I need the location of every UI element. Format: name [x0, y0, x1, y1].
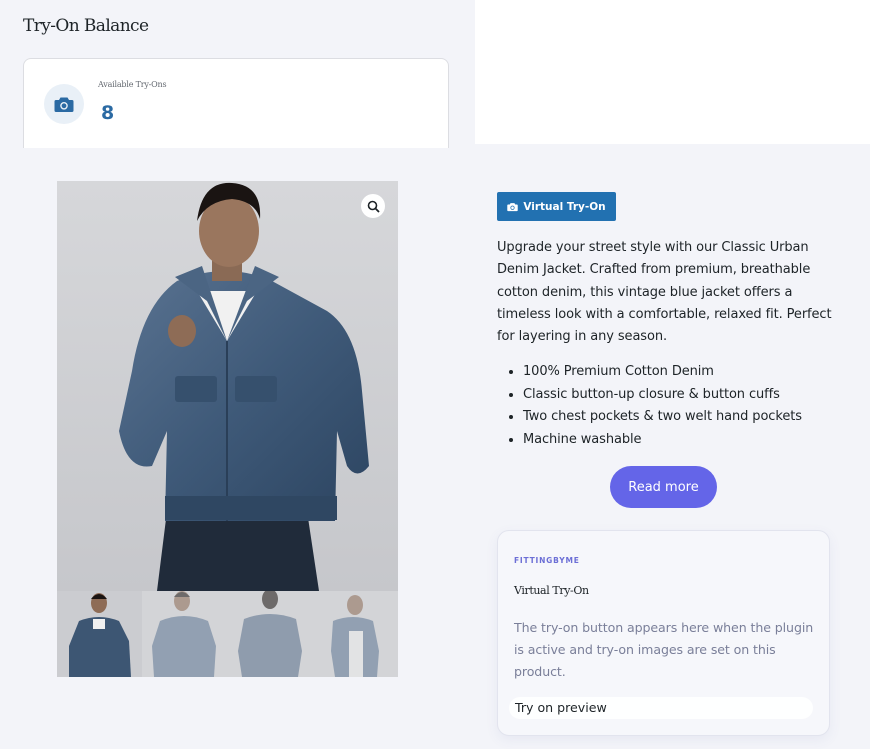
tryon-preview-card: FITTINGBYME Virtual Try-On The try-on bu… [497, 530, 830, 736]
feature-item: 100% Premium Cotton Denim [523, 361, 802, 384]
read-more-button[interactable]: Read more [610, 466, 717, 508]
feature-list: 100% Premium Cotton Denim Classic button… [497, 361, 802, 451]
camera-icon [44, 84, 84, 124]
blank-panel [475, 0, 870, 144]
available-tryons-count: 8 [101, 102, 115, 124]
brand-label: FITTINGBYME [514, 556, 580, 565]
product-gallery [57, 181, 398, 677]
thumbnail-3[interactable] [227, 591, 313, 677]
available-tryons-label: Available Try-Ons [98, 80, 167, 89]
feature-item: Two chest pockets & two welt hand pocket… [523, 406, 802, 429]
preview-card-title: Virtual Try-On [514, 584, 589, 597]
zoom-button[interactable] [361, 194, 385, 218]
product-description: Upgrade your street style with our Class… [497, 240, 832, 345]
tryon-preview-label: Try on preview [515, 700, 607, 715]
balance-title: Try-On Balance [23, 16, 149, 36]
preview-card-text: The try-on button appears here when the … [514, 620, 814, 679]
virtual-tryon-label: Virtual Try-On [523, 200, 606, 213]
feature-item: Machine washable [523, 429, 802, 452]
thumbnail-strip [57, 591, 398, 677]
balance-card: Available Try-Ons 8 [23, 58, 449, 148]
thumbnail-1[interactable] [57, 591, 143, 677]
feature-item: Classic button-up closure & button cuffs [523, 384, 802, 407]
magnifier-icon [367, 200, 380, 213]
thumbnail-2[interactable] [142, 591, 228, 677]
virtual-tryon-button[interactable]: Virtual Try-On [497, 192, 616, 221]
camera-icon [507, 202, 519, 211]
product-main-image[interactable] [57, 181, 398, 591]
thumbnail-4[interactable] [312, 591, 398, 677]
